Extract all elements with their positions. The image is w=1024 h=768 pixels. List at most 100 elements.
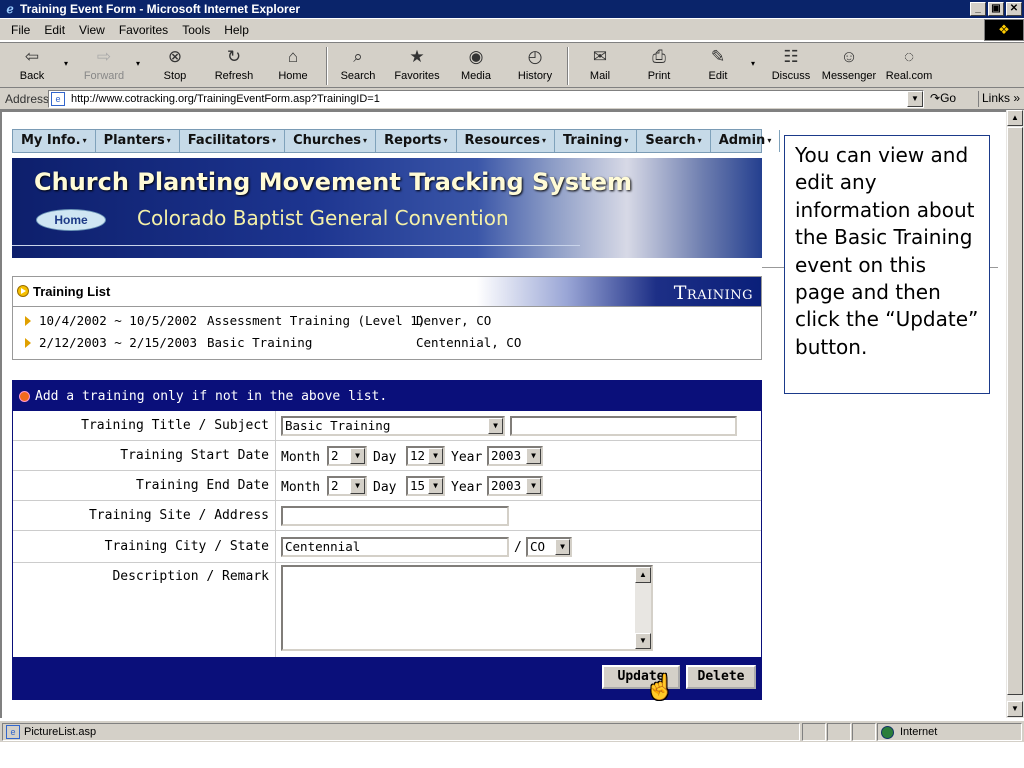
- day-label: Day: [373, 450, 397, 465]
- city-state-label: Training City / State: [104, 539, 269, 554]
- nav-resources[interactable]: Resources: [457, 130, 555, 152]
- realcom-button[interactable]: ◌ Real.com: [879, 46, 939, 86]
- state-select[interactable]: CO ▼: [526, 537, 572, 557]
- stop-button[interactable]: ⊗ Stop: [145, 46, 205, 86]
- home-button[interactable]: ⌂ Home: [263, 46, 323, 86]
- menu-edit[interactable]: Edit: [37, 23, 72, 37]
- go-arrow-icon: ↷: [930, 91, 941, 105]
- description-label: Description / Remark: [112, 569, 269, 584]
- chevron-down-icon: ▼: [350, 478, 365, 494]
- form-row-end-date: Training End Date Month 2 ▼ Day 15 ▼ Year …: [13, 471, 761, 501]
- start-day-select[interactable]: 12 ▼: [406, 446, 445, 466]
- forward-dropdown-icon[interactable]: ▾: [136, 59, 140, 68]
- city-input[interactable]: Centennial: [281, 537, 509, 557]
- history-button[interactable]: ◴ History: [505, 46, 565, 86]
- menu-tools[interactable]: Tools: [175, 23, 217, 37]
- globe-icon: [881, 725, 894, 739]
- nav-search[interactable]: Search: [637, 130, 711, 152]
- orange-bullet-icon: [19, 390, 30, 402]
- refresh-button[interactable]: ↻ Refresh: [204, 46, 264, 86]
- status-text-panel: e PictureList.asp: [2, 723, 800, 741]
- favorites-button[interactable]: ★ Favorites: [387, 46, 447, 86]
- go-button[interactable]: ↷Go: [930, 91, 956, 105]
- nav-admin[interactable]: Admin: [711, 130, 781, 152]
- nav-training[interactable]: Training: [555, 130, 638, 152]
- zone-text: Internet: [900, 726, 938, 738]
- chevron-right-icon: »: [1013, 91, 1021, 105]
- nav-churches[interactable]: Churches: [285, 130, 377, 152]
- menu-view[interactable]: View: [72, 23, 112, 37]
- stop-icon: ⊗: [167, 47, 183, 66]
- site-banner: Church Planting Movement Tracking System…: [12, 158, 762, 258]
- form-row-city-state: Training City / State Centennial / CO ▼: [13, 531, 761, 563]
- title-select[interactable]: Basic Training ▼: [281, 416, 505, 436]
- training-list-title: Training List: [33, 284, 111, 299]
- menu-favorites[interactable]: Favorites: [112, 23, 175, 37]
- links-button[interactable]: Links »: [978, 91, 1020, 107]
- delete-button[interactable]: Delete: [686, 665, 756, 689]
- menu-file[interactable]: File: [4, 23, 37, 37]
- training-place: Centennial, CO: [416, 335, 522, 350]
- edit-button[interactable]: ✎ Edit: [688, 46, 748, 86]
- title-label: Training Title / Subject: [81, 418, 269, 433]
- nav-facilitators[interactable]: Facilitators: [180, 130, 286, 152]
- address-dropdown-icon[interactable]: ▼: [907, 91, 923, 107]
- menu-help[interactable]: Help: [217, 23, 256, 37]
- search-button[interactable]: ⌕ Search: [328, 46, 388, 86]
- address-url: http://www.cotracking.org/TrainingEventF…: [71, 93, 380, 105]
- print-button[interactable]: ⎙ Print: [629, 46, 689, 86]
- training-list-panel: Training List Training 10/4/2002 ~ 10/5/…: [12, 276, 762, 360]
- scroll-up-icon[interactable]: ▲: [635, 567, 651, 583]
- training-place: Denver, CO: [416, 313, 492, 328]
- minimize-button[interactable]: _: [970, 2, 986, 16]
- forward-button[interactable]: ⇨ Forward: [74, 46, 134, 86]
- scroll-down-icon[interactable]: ▼: [1007, 701, 1023, 717]
- discuss-button[interactable]: ☷ Discuss: [761, 46, 821, 86]
- address-input[interactable]: e http://www.cotracking.org/TrainingEven…: [48, 90, 924, 108]
- page-icon: e: [6, 725, 20, 739]
- edit-dropdown-icon[interactable]: ▾: [751, 59, 755, 68]
- end-month-select[interactable]: 2 ▼: [327, 476, 367, 496]
- title-other-input[interactable]: [510, 416, 737, 436]
- description-textarea[interactable]: ▲ ▼: [281, 565, 653, 651]
- restore-button[interactable]: ▣: [988, 2, 1004, 16]
- year-label: Year: [451, 450, 483, 465]
- textarea-scrollbar[interactable]: ▲ ▼: [635, 567, 651, 649]
- close-button[interactable]: ✕: [1006, 2, 1022, 16]
- bullet-arrow-icon: [17, 285, 29, 297]
- vertical-scrollbar[interactable]: ▲ ▼: [1006, 110, 1024, 718]
- mail-button[interactable]: ✉ Mail: [570, 46, 630, 86]
- start-month-select[interactable]: 2 ▼: [327, 446, 367, 466]
- site-label: Training Site / Address: [88, 508, 269, 523]
- nav-my-info[interactable]: My Info.: [13, 130, 96, 152]
- house-icon: ⌂: [287, 47, 299, 66]
- nav-reports[interactable]: Reports: [376, 130, 457, 152]
- scroll-down-icon[interactable]: ▼: [635, 633, 651, 649]
- training-logo: Training: [673, 282, 753, 304]
- back-arrow-icon: ⇦: [24, 47, 40, 66]
- menu-bar: File Edit View Favorites Tools Help: [0, 19, 1024, 41]
- month-label: Month: [281, 480, 321, 495]
- scroll-thumb[interactable]: [1007, 127, 1023, 695]
- city-state-separator: /: [514, 540, 522, 555]
- start-year-select[interactable]: 2003 ▼: [487, 446, 543, 466]
- back-dropdown-icon[interactable]: ▾: [64, 59, 68, 68]
- scroll-up-icon[interactable]: ▲: [1007, 110, 1023, 126]
- site-subtitle: Colorado Baptist General Convention: [137, 206, 509, 230]
- training-list-item[interactable]: 2/12/2003 ~ 2/15/2003 Basic Training Cen…: [25, 335, 521, 350]
- training-list-item[interactable]: 10/4/2002 ~ 10/5/2002 Assessment Trainin…: [25, 313, 491, 328]
- mail-icon: ✉: [592, 47, 608, 66]
- form-row-title: Training Title / Subject Basic Training ▼: [13, 411, 761, 441]
- status-panel: [827, 723, 851, 741]
- status-panel: [852, 723, 876, 741]
- media-button[interactable]: ◉ Media: [446, 46, 506, 86]
- nav-planters[interactable]: Planters: [96, 130, 180, 152]
- year-label: Year: [451, 480, 483, 495]
- end-year-select[interactable]: 2003 ▼: [487, 476, 543, 496]
- end-day-select[interactable]: 15 ▼: [406, 476, 445, 496]
- back-button[interactable]: ⇦ Back: [2, 46, 62, 86]
- site-input[interactable]: [281, 506, 509, 526]
- messenger-button[interactable]: ☺ Messenger: [819, 46, 879, 86]
- discuss-icon: ☷: [783, 47, 799, 66]
- home-link-button[interactable]: Home: [36, 209, 106, 231]
